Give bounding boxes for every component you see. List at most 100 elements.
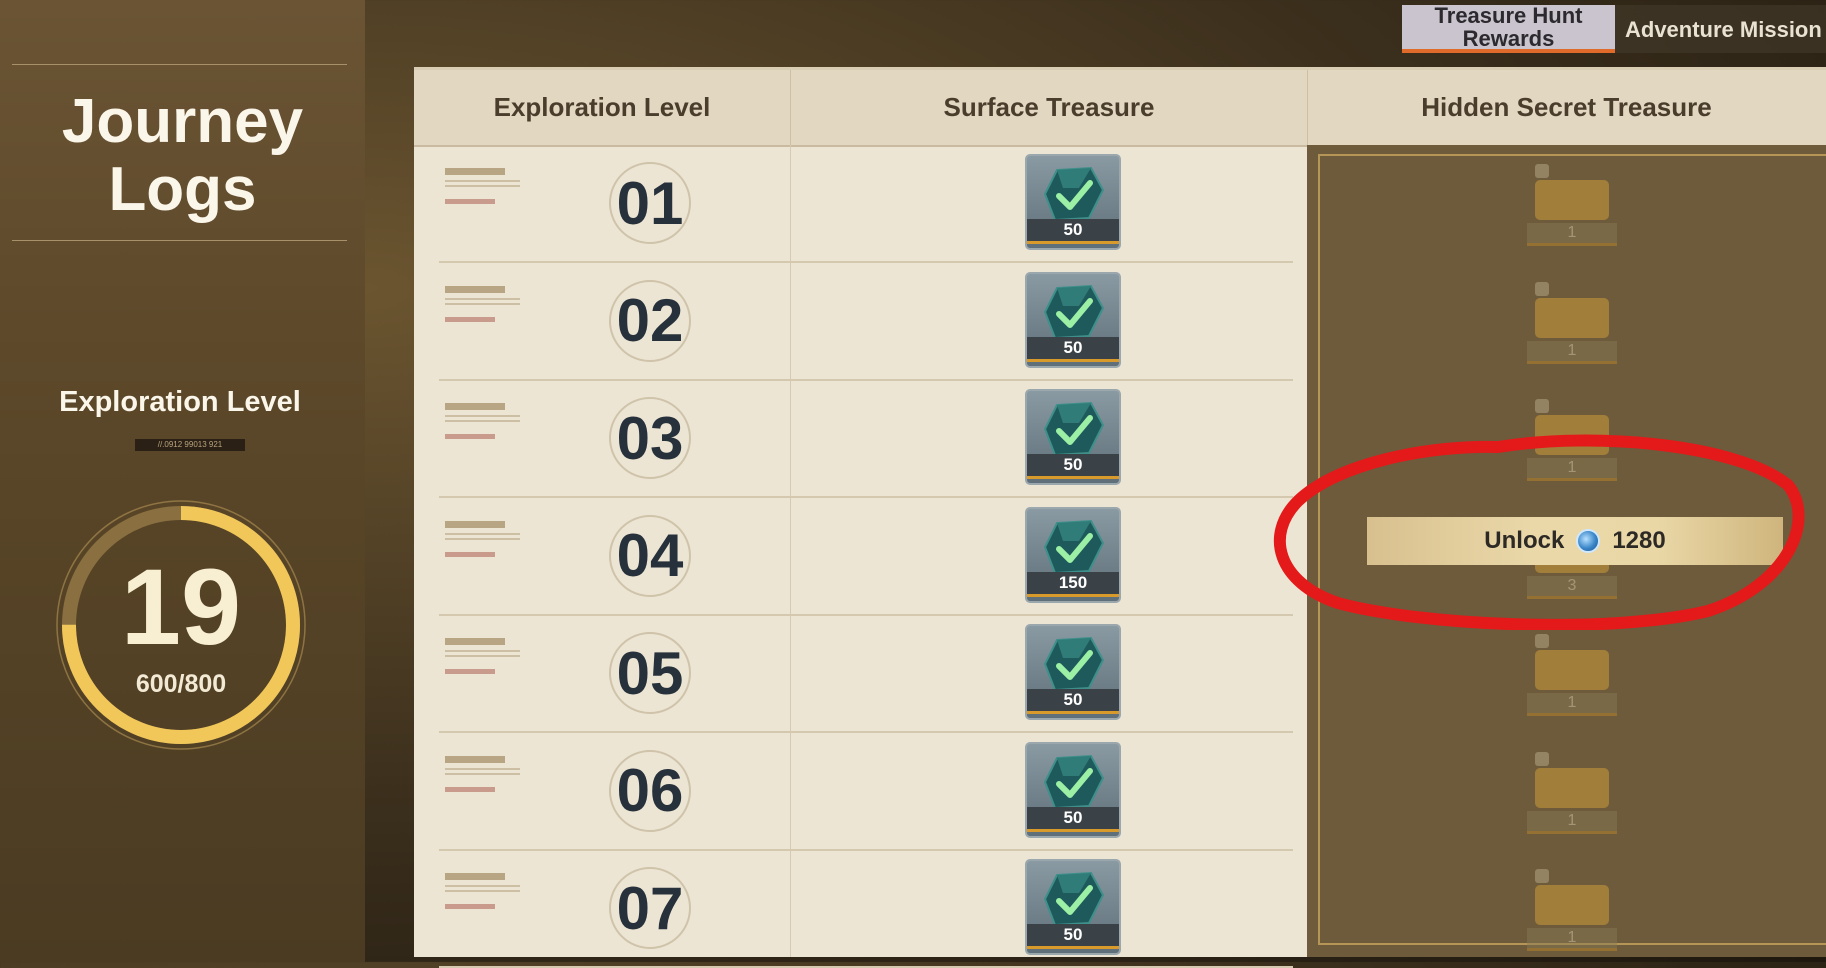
red-circle-stroke xyxy=(1273,434,1805,630)
lock-icon xyxy=(1535,869,1549,883)
table-row: 01 50 xyxy=(439,144,1293,263)
note-bar xyxy=(445,168,505,175)
ticket-icon xyxy=(1535,767,1609,808)
ticket-icon xyxy=(1535,297,1609,338)
level-number: 03 xyxy=(616,404,684,472)
level-badge: 01 xyxy=(609,162,691,244)
gem-claimed-icon xyxy=(1043,519,1105,574)
note-stamp xyxy=(445,904,495,909)
divider xyxy=(12,240,347,241)
journey-logs-panel: Journey Logs Exploration Level //.0912 9… xyxy=(0,0,365,962)
surface-qty: 50 xyxy=(1027,336,1119,362)
ticket-icon xyxy=(1535,180,1609,220)
reward-tabs: Treasure Hunt Rewards Adventure Mission xyxy=(1402,3,1826,53)
surface-qty: 50 xyxy=(1027,219,1119,244)
level-number: 07 xyxy=(616,874,684,942)
note-line xyxy=(445,885,520,887)
header-surface-treasure: Surface Treasure xyxy=(943,92,1155,122)
level-number: 01 xyxy=(616,169,684,237)
hidden-treasure-item[interactable]: 1 xyxy=(1527,158,1617,246)
table-row: 02 50 xyxy=(439,262,1293,381)
ticket-icon xyxy=(1535,650,1609,690)
note-line xyxy=(445,767,520,770)
note-bar xyxy=(445,285,505,293)
level-number: 04 xyxy=(616,522,684,589)
level-badge: 03 xyxy=(609,397,691,479)
header-hidden-secret-treasure: Hidden Secret Treasure xyxy=(1421,92,1712,122)
table-header: Exploration Level Surface Treasure Hidde… xyxy=(414,70,1826,147)
note-line xyxy=(445,302,520,305)
surface-treasure-item[interactable]: 50 xyxy=(1025,154,1121,250)
lock-icon xyxy=(1535,281,1549,296)
exploration-code-text: //.0912 99013 921 xyxy=(135,439,245,451)
note-bar xyxy=(445,638,505,645)
note-line xyxy=(445,890,520,892)
hidden-treasure-item[interactable]: 1 xyxy=(1527,746,1617,834)
row-note xyxy=(445,403,520,439)
hidden-treasure-item[interactable]: 1 xyxy=(1527,863,1617,951)
note-line xyxy=(445,655,520,657)
note-line xyxy=(445,532,520,535)
note-stamp xyxy=(445,434,495,439)
note-stamp xyxy=(445,786,495,792)
divider xyxy=(12,64,347,65)
journey-logs-title: Journey Logs xyxy=(61,87,304,224)
row-note xyxy=(445,520,520,557)
note-bar xyxy=(445,403,505,410)
hidden-treasure-item[interactable]: 1 xyxy=(1527,276,1617,364)
hidden-qty: 1 xyxy=(1527,928,1617,951)
header-exploration-level: Exploration Level xyxy=(493,92,711,122)
level-number: 06 xyxy=(616,757,684,824)
exploration-level-label: Exploration Level xyxy=(59,386,301,418)
note-bar xyxy=(445,520,505,528)
table-row: 06 50 xyxy=(439,732,1293,851)
level-badge: 06 xyxy=(609,749,691,832)
tab-adventure-mission[interactable]: Adventure Mission xyxy=(1615,5,1826,53)
surface-treasure-item[interactable]: 50 xyxy=(1025,624,1121,720)
note-line xyxy=(445,537,520,540)
level-badge: 05 xyxy=(609,632,691,714)
tab-treasure-hunt-rewards[interactable]: Treasure Hunt Rewards xyxy=(1402,3,1615,53)
surface-qty: 50 xyxy=(1027,454,1119,479)
surface-treasure-item[interactable]: 150 xyxy=(1025,506,1121,603)
table-row: 03 50 xyxy=(439,379,1293,498)
tab-label: Treasure Hunt Rewards xyxy=(1434,3,1583,51)
note-stamp xyxy=(445,551,495,557)
hidden-qty: 1 xyxy=(1527,810,1617,834)
surface-qty: 150 xyxy=(1027,571,1119,597)
surface-treasure-item[interactable]: 50 xyxy=(1025,389,1121,485)
note-line xyxy=(445,772,520,775)
note-stamp xyxy=(445,199,495,204)
gem-claimed-icon xyxy=(1043,754,1105,809)
level-number: 02 xyxy=(616,287,684,354)
hidden-treasure-item[interactable]: 1 xyxy=(1527,628,1617,716)
hidden-qty: 1 xyxy=(1527,693,1617,716)
hidden-qty: 1 xyxy=(1527,223,1617,246)
ticket-icon xyxy=(1535,885,1609,925)
level-badge: 07 xyxy=(609,867,691,949)
lock-icon xyxy=(1535,751,1549,766)
note-line xyxy=(445,185,520,187)
table-row: 04 150 xyxy=(439,497,1293,616)
surface-treasure-item[interactable]: 50 xyxy=(1025,859,1121,955)
surface-treasure-item[interactable]: 50 xyxy=(1025,741,1121,838)
table-row: 07 50 xyxy=(439,849,1293,968)
surface-treasure-item[interactable]: 50 xyxy=(1025,271,1121,368)
note-stamp xyxy=(445,669,495,674)
level-badge: 02 xyxy=(609,279,691,362)
tab-label: Adventure Mission xyxy=(1625,16,1822,42)
note-bar xyxy=(445,873,505,880)
red-circle-annotation xyxy=(1273,434,1805,630)
level-badge: 04 xyxy=(609,514,691,597)
lock-icon xyxy=(1535,164,1549,178)
row-note xyxy=(445,873,520,909)
row-note xyxy=(445,638,520,674)
note-line xyxy=(445,415,520,417)
surface-qty: 50 xyxy=(1027,689,1119,714)
table-row: 05 50 xyxy=(439,614,1293,733)
gem-claimed-icon xyxy=(1043,166,1105,222)
note-stamp xyxy=(445,316,495,322)
gem-claimed-icon xyxy=(1043,284,1105,339)
row-note xyxy=(445,755,520,792)
lock-icon xyxy=(1535,634,1549,648)
